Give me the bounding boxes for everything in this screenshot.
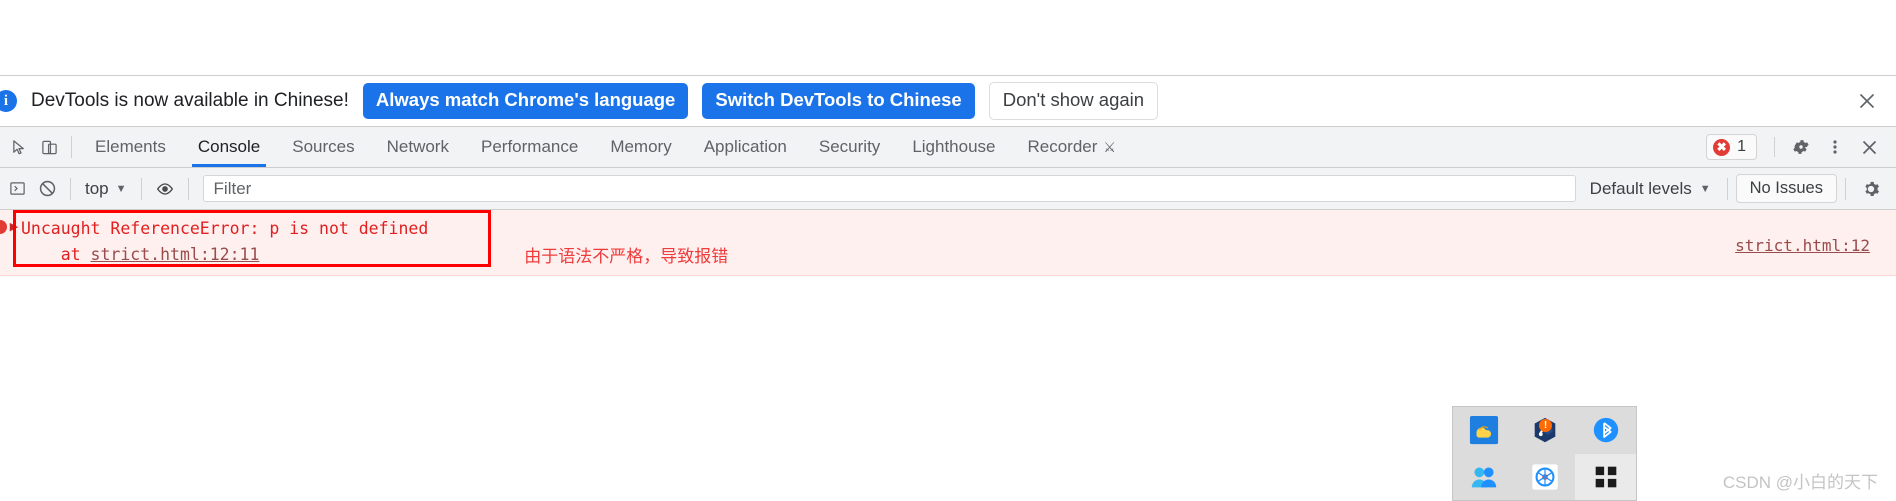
tab-label: Elements [95, 137, 166, 156]
show-hidden-icons-grid-icon [1595, 466, 1616, 488]
warning-badge: ! [1539, 419, 1552, 432]
tab-elements[interactable]: Elements [79, 127, 182, 167]
error-line-2-prefix: at [21, 244, 91, 264]
chevron-down-icon: ▼ [1699, 182, 1711, 195]
tab-label: Lighthouse [912, 137, 996, 156]
inspect-cursor-icon[interactable] [4, 127, 34, 167]
devtools-screenshot: i DevTools is now available in Chinese! … [0, 0, 1896, 501]
tab-memory[interactable]: Memory [594, 127, 687, 167]
toolbar-divider [1726, 177, 1728, 200]
tab-label: Security [818, 137, 881, 156]
show-console-sidebar-icon[interactable] [2, 180, 32, 197]
log-level-label: Default levels [1589, 178, 1692, 198]
expand-arrow-icon[interactable]: ▶ [7, 216, 21, 233]
system-tray-flyout: ! [1452, 406, 1637, 501]
panel-tabs: Elements Console Sources Network Perform… [79, 127, 1132, 167]
tabbar-actions: ✖ 1 [1706, 127, 1896, 167]
tab-recorder[interactable]: Recorder ⚔ [1012, 127, 1132, 167]
tab-console[interactable]: Console [182, 127, 276, 167]
toolbar-divider [140, 177, 142, 200]
tab-label: Network [386, 137, 449, 156]
switch-devtools-to-chinese-button[interactable]: Switch DevTools to Chinese [702, 83, 975, 119]
tab-label: Performance [480, 137, 579, 156]
toolbar-divider [1845, 177, 1846, 200]
contacts-icon [1471, 467, 1496, 488]
devtools-language-banner: i DevTools is now available in Chinese! … [0, 76, 1896, 127]
bluetooth-icon [1593, 418, 1618, 443]
tab-performance[interactable]: Performance [465, 127, 594, 167]
tab-label: Recorder [1027, 137, 1098, 156]
more-vertical-icon[interactable] [1818, 130, 1852, 164]
tab-label: Application [703, 137, 787, 156]
tab-label: Sources [292, 137, 355, 156]
tab-label: Memory [610, 137, 672, 156]
error-line-1: Uncaught ReferenceError: p is not define… [21, 219, 429, 238]
execution-context-label: top [85, 178, 109, 198]
error-text: Uncaught ReferenceError: p is not define… [21, 216, 428, 267]
annotation-text: 由于语法不严格，导致报错 [524, 247, 729, 266]
onedrive-icon [1469, 416, 1498, 445]
app-icon [1530, 463, 1559, 491]
log-level-selector[interactable]: Default levels ▼ [1582, 176, 1719, 202]
toolbar-divider [71, 136, 72, 158]
csdn-watermark: CSDN @小白的天下 [1722, 473, 1878, 492]
error-count: 1 [1737, 138, 1746, 155]
error-icon: ✖ [1713, 138, 1731, 156]
banner-message: DevTools is now available in Chinese! [31, 90, 349, 111]
tab-lighthouse[interactable]: Lighthouse [896, 127, 1011, 167]
error-icon [0, 220, 7, 234]
execution-context-selector[interactable]: top ▼ [79, 176, 133, 202]
devtools-tabbar: Elements Console Sources Network Perform… [0, 127, 1896, 168]
console-error-message[interactable]: ▶ Uncaught ReferenceError: p is not defi… [0, 210, 1896, 277]
tray-item-contacts[interactable] [1453, 454, 1514, 501]
clear-console-icon[interactable] [32, 179, 62, 198]
device-toolbar-icon[interactable] [34, 127, 64, 167]
live-expression-eye-icon[interactable] [150, 179, 180, 199]
tray-item-app[interactable] [1514, 454, 1575, 501]
source-location-link[interactable]: strict.html:12 [1735, 236, 1870, 255]
console-filter-toolbar: top ▼ Filter Default levels ▼ No Issues [0, 168, 1896, 210]
error-count-badge[interactable]: ✖ 1 [1706, 134, 1757, 160]
tray-item-show-hidden-icons[interactable] [1575, 453, 1636, 500]
tab-sources[interactable]: Sources [276, 127, 370, 167]
tab-network[interactable]: Network [371, 127, 465, 167]
tab-label: Console [197, 137, 261, 156]
toolbar-divider [70, 177, 71, 200]
filter-input[interactable]: Filter [202, 175, 1576, 202]
close-icon[interactable] [1854, 88, 1880, 114]
toolbar-divider [187, 177, 189, 200]
always-match-chrome-language-button[interactable]: Always match Chrome's language [362, 83, 689, 119]
console-settings-gear-icon[interactable] [1854, 172, 1888, 206]
issues-button[interactable]: No Issues [1735, 174, 1837, 203]
page-viewport-area [0, 0, 1896, 76]
tab-security[interactable]: Security [803, 127, 896, 167]
error-stack-link[interactable]: strict.html:12:11 [91, 245, 260, 264]
info-icon: i [0, 90, 17, 112]
gear-icon[interactable] [1784, 130, 1818, 164]
tray-item-onedrive[interactable] [1453, 407, 1514, 454]
tray-item-bluetooth[interactable] [1575, 407, 1636, 454]
tray-item-network-warning[interactable]: ! [1514, 407, 1575, 454]
dont-show-again-button[interactable]: Don't show again [988, 82, 1159, 120]
toolbar-divider [1774, 137, 1775, 157]
experiment-flask-icon: ⚔ [1103, 138, 1116, 155]
chevron-down-icon: ▼ [115, 182, 127, 195]
tab-application[interactable]: Application [688, 127, 803, 167]
close-devtools-icon[interactable] [1852, 130, 1886, 164]
